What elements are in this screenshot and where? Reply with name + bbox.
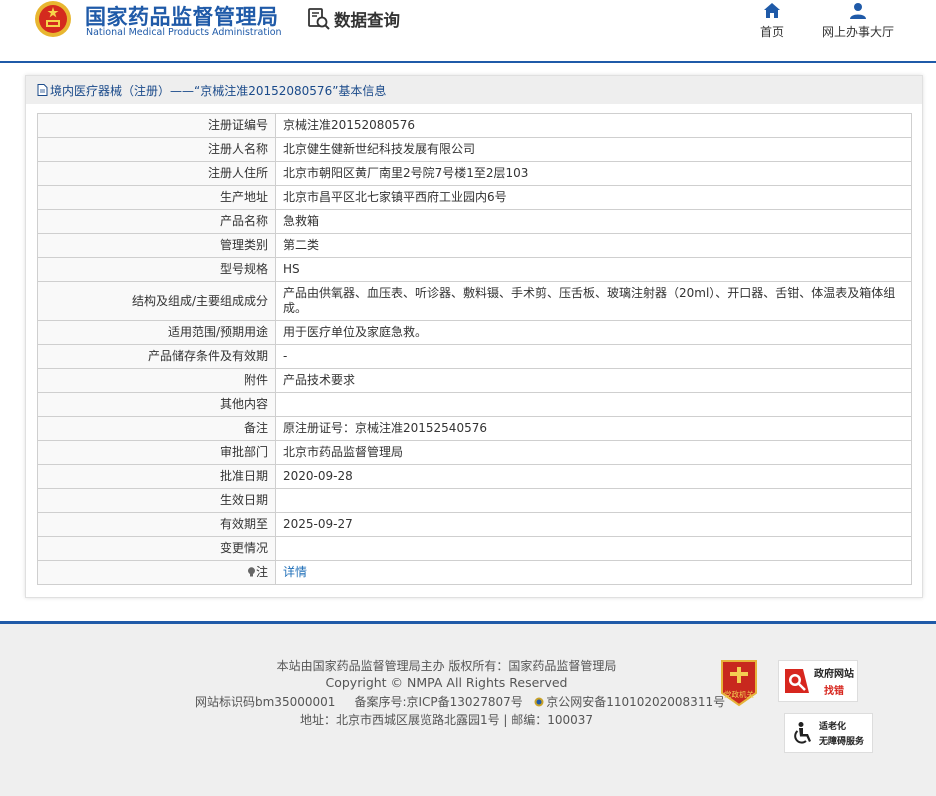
row-label: 有效期至 — [37, 512, 276, 537]
row-label: 产品名称 — [37, 209, 276, 234]
accessibility-service-badge[interactable]: 适老化 无障碍服务 — [784, 713, 873, 753]
footer-registration: 网站标识码bm35000001 备案序号:京ICP备13027807号 京公网安… — [195, 693, 725, 710]
row-label: 结构及组成/主要组成成分 — [37, 281, 276, 321]
row-value: 北京市药品监督管理局 — [275, 440, 912, 465]
data-query-link[interactable]: 数据查询 — [307, 7, 400, 31]
table-row: 生产地址 北京市昌平区北七家镇平西府工业园内6号 — [37, 185, 912, 210]
row-value — [275, 488, 912, 513]
row-value — [275, 536, 912, 561]
header-divider — [0, 61, 936, 63]
row-label: 备注 — [37, 416, 276, 441]
table-row: 管理类别 第二类 — [37, 233, 912, 258]
table-row-note: 注 详情 — [37, 560, 912, 585]
nav-home[interactable]: 首页 — [760, 2, 784, 40]
footer-police-link[interactable]: 京公网安备11010202008311号 — [546, 695, 725, 709]
national-emblem-icon — [35, 1, 71, 37]
row-label: 生产地址 — [37, 185, 276, 210]
nav-home-label: 首页 — [760, 25, 785, 39]
table-row: 审批部门 北京市药品监督管理局 — [37, 440, 912, 465]
badge-access-title: 适老化 — [819, 722, 847, 732]
table-row: 备注 原注册证号：京械注准20152540576 — [37, 416, 912, 441]
row-label: 注册证编号 — [37, 113, 276, 138]
row-label: 管理类别 — [37, 233, 276, 258]
note-value-cell: 详情 — [275, 560, 912, 585]
home-icon — [764, 3, 780, 18]
row-value: - — [275, 344, 912, 369]
magnifier-icon — [785, 669, 809, 693]
row-value: HS — [275, 257, 912, 282]
lightbulb-icon — [247, 567, 255, 577]
row-value: 第二类 — [275, 233, 912, 258]
site-footer: 本站由国家药品监督管理局主办 版权所有：国家药品监督管理局 Copyright … — [0, 621, 936, 796]
row-value: 北京市朝阳区黄厂南里2号院7号楼1至2层103 — [275, 161, 912, 186]
accessibility-icon — [794, 722, 811, 744]
table-row: 产品储存条件及有效期 - — [37, 344, 912, 369]
badge-find-title: 政府网站 — [814, 669, 854, 680]
data-query-label: 数据查询 — [334, 11, 400, 30]
row-label: 附件 — [37, 368, 276, 393]
row-label: 注册人住所 — [37, 161, 276, 186]
row-value: 北京健生健新世纪科技发展有限公司 — [275, 137, 912, 162]
note-label: 注 — [255, 565, 268, 579]
table-row: 批准日期 2020-09-28 — [37, 464, 912, 489]
data-search-icon — [308, 8, 330, 30]
table-row: 其他内容 — [37, 392, 912, 417]
row-value — [275, 392, 912, 417]
badge-find-sub: 找错 — [824, 686, 844, 697]
nav-online-service-label: 网上办事大厅 — [822, 25, 895, 39]
table-row: 结构及组成/主要组成成分 产品由供氧器、血压表、听诊器、敷料镊、手术剪、压舌板、玻… — [37, 281, 912, 321]
row-value: 京械注准20152080576 — [275, 113, 912, 138]
device-info-table: 注册证编号 京械注准20152080576 注册人名称 北京健生健新世纪科技发展有限… — [37, 113, 912, 585]
row-label: 注册人名称 — [37, 137, 276, 162]
table-row: 适用范围/预期用途 用于医疗单位及家庭急救。 — [37, 320, 912, 345]
row-label: 变更情况 — [37, 536, 276, 561]
detail-link[interactable]: 详情 — [283, 565, 307, 579]
device-info-panel: 境内医疗器械（注册）——“京械注准20152080576”基本信息 注册证编号京… — [25, 75, 923, 598]
nav-online-service[interactable]: 网上办事大厅 — [822, 2, 894, 40]
table-row: 注册人名称 北京健生健新世纪科技发展有限公司 — [37, 137, 912, 162]
table-row: 产品名称 急救箱 — [37, 209, 912, 234]
panel-title: 境内医疗器械（注册）——“京械注准20152080576”基本信息 — [50, 83, 387, 98]
table-row: 变更情况 — [37, 536, 912, 561]
row-label: 批准日期 — [37, 464, 276, 489]
table-row: 附件 产品技术要求 — [37, 368, 912, 393]
row-label: 审批部门 — [37, 440, 276, 465]
footer-address: 地址：北京市西城区展览路北露园1号 | 邮编：100037 — [299, 713, 594, 727]
row-value: 用于医疗单位及家庭急救。 — [275, 320, 912, 345]
site-header: 国家药品监督管理局 National Medical Products Admi… — [0, 0, 936, 62]
table-row: 注册证编号 京械注准20152080576 — [37, 113, 912, 138]
row-value: 北京市昌平区北七家镇平西府工业园内6号 — [275, 185, 912, 210]
row-label: 产品储存条件及有效期 — [37, 344, 276, 369]
document-icon — [37, 84, 48, 96]
table-row: 注册人住所 北京市朝阳区黄厂南里2号院7号楼1至2层103 — [37, 161, 912, 186]
row-label: 其他内容 — [37, 392, 276, 417]
table-row: 型号规格 HS — [37, 257, 912, 282]
party-government-org-badge[interactable]: 党政机关 — [719, 659, 759, 707]
table-row: 有效期至 2025-09-27 — [37, 512, 912, 537]
panel-title-bar: 境内医疗器械（注册）——“京械注准20152080576”基本信息 — [26, 76, 922, 104]
row-value: 急救箱 — [275, 209, 912, 234]
footer-sponsor: 本站由国家药品监督管理局主办 版权所有：国家药品监督管理局 — [276, 659, 617, 673]
footer-site-id: 网站标识码bm35000001 — [195, 695, 336, 709]
badge-access-sub: 无障碍服务 — [819, 737, 865, 747]
footer-icp-link[interactable]: 备案序号:京ICP备13027807号 — [354, 695, 522, 709]
site-name-en: National Medical Products Administration — [86, 27, 282, 38]
row-label: 生效日期 — [37, 488, 276, 513]
row-value: 产品技术要求 — [275, 368, 912, 393]
footer-copyright: Copyright © NMPA All Rights Reserved — [325, 675, 568, 690]
row-value: 2020-09-28 — [275, 464, 912, 489]
row-label: 适用范围/预期用途 — [37, 320, 276, 345]
row-label: 型号规格 — [37, 257, 276, 282]
gov-site-error-report-badge[interactable]: 政府网站 找错 — [778, 660, 858, 702]
note-label-cell: 注 — [37, 560, 276, 585]
police-badge-icon — [534, 697, 544, 707]
row-value: 2025-09-27 — [275, 512, 912, 537]
table-row: 生效日期 — [37, 488, 912, 513]
row-value: 产品由供氧器、血压表、听诊器、敷料镊、手术剪、压舌板、玻璃注射器（20ml）、开… — [275, 281, 912, 321]
user-icon — [850, 3, 866, 19]
row-value: 原注册证号：京械注准20152540576 — [275, 416, 912, 441]
badge-org-text: 党政机关 — [724, 689, 754, 699]
